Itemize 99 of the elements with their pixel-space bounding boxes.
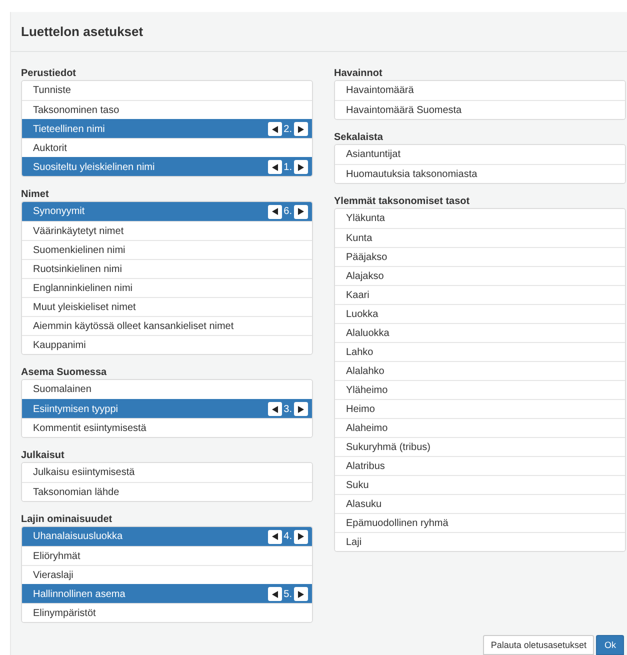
order-number: 2. xyxy=(284,124,292,134)
option-label: Havaintomäärä Suomesta xyxy=(346,104,463,116)
option-label: Yläkunta xyxy=(346,213,386,224)
option-label: Taksonomian lähde xyxy=(33,486,120,498)
section-title: Julkaisut xyxy=(21,450,66,462)
option-label: Väärinkäytetyt nimet xyxy=(33,226,125,236)
option-label: Alasuku xyxy=(346,498,383,510)
right-triangle-icon xyxy=(298,164,304,170)
right-triangle-icon xyxy=(298,126,304,132)
option-label: Tunniste xyxy=(33,85,72,96)
option-label: Lahko xyxy=(346,346,374,358)
right-triangle-icon xyxy=(298,208,304,215)
option-label: Uhanalaisuusluokka xyxy=(33,531,124,542)
option-label: Eliöryhmät xyxy=(33,550,82,562)
option-label: Synonyymit xyxy=(33,206,86,217)
order-number: 6. xyxy=(284,206,292,217)
option-label: Tieteellinen nimi xyxy=(33,124,106,134)
option-label: Alajakso xyxy=(346,270,385,282)
option-label: Suku xyxy=(346,480,370,490)
order-number: 5. xyxy=(284,588,292,600)
section-title: Nimet xyxy=(21,189,50,201)
option-label: Auktorit xyxy=(33,142,68,154)
section-title: Ylemmät taksonomiset tasot xyxy=(334,196,471,208)
order-number: 3. xyxy=(284,404,292,414)
option-row[interactable]: Suositeltu yleiskielinen nimi 1. xyxy=(22,157,312,176)
dialog-title: Luettelon asetukset xyxy=(21,24,144,39)
option-label: Hallinnollinen asema xyxy=(33,588,126,600)
move-left-button[interactable] xyxy=(268,587,282,601)
left-triangle-icon xyxy=(272,533,278,540)
option-label: Kauppanimi xyxy=(33,340,87,350)
option-label: Havaintomäärä xyxy=(346,85,415,96)
ok-button[interactable]: Ok xyxy=(596,635,624,655)
option-label: Pääjakso xyxy=(346,252,388,262)
option-row[interactable]: Uhanalaisuusluokka 4. xyxy=(22,527,312,546)
move-right-button[interactable] xyxy=(294,530,308,544)
option-label: Taksonominen taso xyxy=(33,104,120,116)
option-label: Alaheimo xyxy=(346,422,389,434)
move-left-button[interactable] xyxy=(268,160,282,174)
option-label: Ruotsinkielinen nimi xyxy=(33,264,123,274)
option-label: Alatribus xyxy=(346,460,386,472)
right-triangle-icon xyxy=(298,590,304,598)
option-label: Laji xyxy=(346,536,363,548)
section-title: Havainnot xyxy=(334,68,384,80)
option-row[interactable]: Havaintomäärä Suomesta xyxy=(335,100,625,119)
option-label: Englanninkielinen nimi xyxy=(33,282,134,294)
option-label: Asiantuntijat xyxy=(346,149,402,160)
left-triangle-icon xyxy=(272,406,278,412)
move-left-button[interactable] xyxy=(268,530,282,544)
left-triangle-icon xyxy=(272,208,278,215)
option-label: Muut yleiskieliset nimet xyxy=(33,302,137,312)
move-left-button[interactable] xyxy=(268,204,282,218)
section-title: Perustiedot xyxy=(21,68,78,80)
option-label: Heimo xyxy=(346,404,376,414)
left-triangle-icon xyxy=(272,164,278,170)
option-label: Suomalainen xyxy=(33,384,92,395)
option-row[interactable]: Synonyymit 6. xyxy=(22,202,312,221)
right-triangle-icon xyxy=(298,406,304,412)
option-label: Esiintymisen tyyppi xyxy=(33,404,120,414)
option-label: Yläheimo xyxy=(346,384,389,396)
option-row[interactable]: Hallinnollinen asema 5. xyxy=(22,584,312,603)
order-number: 1. xyxy=(284,162,292,172)
left-triangle-icon xyxy=(272,126,278,132)
right-triangle-icon xyxy=(298,533,304,540)
option-row[interactable]: Huomautuksia taksonomiasta xyxy=(335,164,625,183)
move-right-button[interactable] xyxy=(294,122,308,136)
option-label: Alaluokka xyxy=(346,328,390,338)
option-label: Huomautuksia taksonomiasta xyxy=(346,168,478,180)
option-row[interactable]: Taksonomian lähde xyxy=(22,482,312,501)
move-right-button[interactable] xyxy=(294,160,308,174)
order-number: 4. xyxy=(284,531,292,542)
option-label: Aiemmin käytössä olleet kansankieliset nimet xyxy=(33,320,235,332)
option-row[interactable]: Esiintymisen tyyppi 3. xyxy=(22,399,312,418)
option-label: Kommentit esiintymisestä xyxy=(33,422,148,434)
option-label: Kunta xyxy=(346,232,374,244)
option-row[interactable]: Tieteellinen nimi 2. xyxy=(22,119,312,138)
section-title: Lajin ominaisuudet xyxy=(21,514,114,526)
move-left-button[interactable] xyxy=(268,402,282,416)
reset-button[interactable]: Palauta oletusasetukset xyxy=(482,635,594,655)
option-label: Suositeltu yleiskielinen nimi xyxy=(33,162,156,172)
option-row[interactable]: Elinympäristöt xyxy=(22,603,312,622)
option-label: Suomenkielinen nimi xyxy=(33,244,126,256)
option-label: Vieraslaji xyxy=(33,570,74,580)
option-label: Kaari xyxy=(346,290,370,300)
left-triangle-icon xyxy=(272,590,278,598)
option-label: Sukuryhmä (tribus) xyxy=(346,442,432,452)
move-right-button[interactable] xyxy=(294,587,308,601)
option-label: Alalahko xyxy=(346,366,386,376)
option-row[interactable]: Kommentit esiintymisestä xyxy=(22,418,312,437)
option-label: Epämuodollinen ryhmä xyxy=(346,518,450,528)
option-label: Elinympäristöt xyxy=(33,608,97,618)
section-title: Sekalaista xyxy=(334,132,384,144)
move-left-button[interactable] xyxy=(268,122,282,136)
move-right-button[interactable] xyxy=(294,204,308,218)
move-right-button[interactable] xyxy=(294,402,308,416)
option-row[interactable]: Laji xyxy=(335,532,625,551)
option-row[interactable]: Kauppanimi xyxy=(22,335,312,354)
option-label: Luokka xyxy=(346,308,380,320)
section-title: Asema Suomessa xyxy=(21,367,108,379)
option-label: Julkaisu esiintymisestä xyxy=(33,467,136,478)
